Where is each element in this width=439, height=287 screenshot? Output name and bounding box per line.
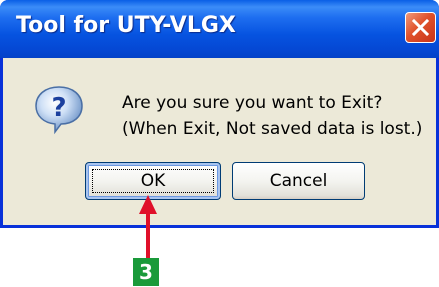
step-number-badge: 3 <box>133 258 159 286</box>
annotation-arrow <box>139 195 157 258</box>
arrow-head-icon <box>139 195 157 214</box>
